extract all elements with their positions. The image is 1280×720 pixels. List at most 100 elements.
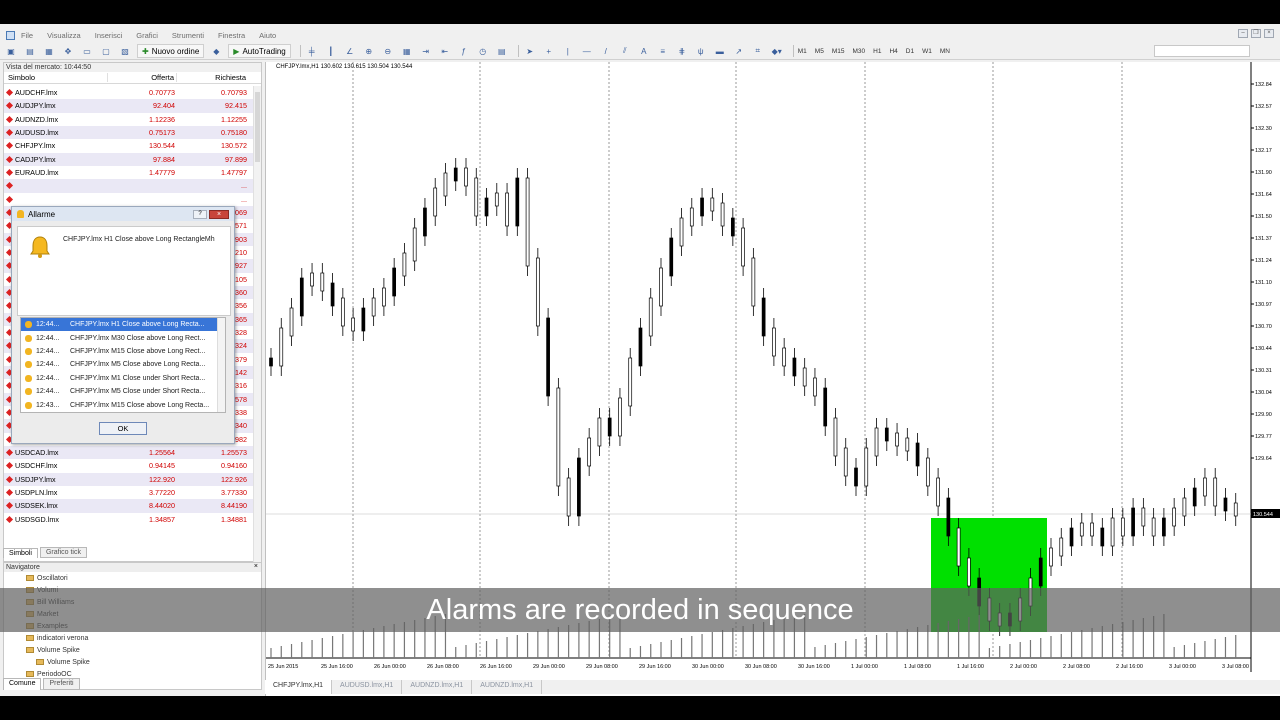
tile-icon[interactable]: ▦ — [400, 45, 414, 58]
zoom-in-icon[interactable]: ⊕ — [362, 45, 376, 58]
zoom-out-icon[interactable]: ⊖ — [381, 45, 395, 58]
symbol-row[interactable]: USDCAD.lmx 1.25564 1.25573 — [4, 445, 254, 460]
search-input[interactable] — [1154, 45, 1250, 57]
help-button[interactable]: ? — [193, 210, 207, 219]
vertical-line-icon[interactable]: | — [561, 45, 575, 58]
crosshair-icon[interactable]: + — [542, 45, 556, 58]
menu-charts[interactable]: Grafici — [136, 31, 158, 40]
tab-tick-chart[interactable]: Grafico tick — [39, 547, 87, 558]
tab-symbols[interactable]: Simboli — [3, 548, 38, 558]
line-chart-icon[interactable]: ∠ — [343, 45, 357, 58]
new-order-button[interactable]: ✚ Nuovo ordine — [137, 44, 205, 58]
symbol-row[interactable]: EURAUD.lmx 1.47779 1.47797 — [4, 166, 254, 179]
folder-icon[interactable]: ▭ — [80, 45, 94, 58]
templates-icon[interactable]: ▤ — [495, 45, 509, 58]
tester-icon[interactable]: ▧ — [118, 45, 132, 58]
minimize-button[interactable]: – — [1238, 29, 1248, 38]
alarm-list-item[interactable]: 12:44... CHFJPY.lmx M5 Close under Short … — [21, 385, 225, 398]
arrow-icon[interactable]: ↗ — [732, 45, 746, 58]
scroll-thumb[interactable] — [255, 92, 260, 162]
navigator-item[interactable]: Oscillatori — [4, 572, 261, 584]
alarm-list-item[interactable]: 12:44... CHFJPY.lmx H1 Close above Long R… — [21, 318, 225, 332]
tab-favorites[interactable]: Preferiti — [43, 678, 80, 690]
chart-shift-icon[interactable]: ⇤ — [438, 45, 452, 58]
navigator-icon[interactable]: ✥ — [61, 45, 75, 58]
chart-tab[interactable]: CHFJPY.lmx,H1 — [265, 680, 333, 694]
candle-chart-icon[interactable]: ┃ — [324, 45, 338, 58]
menu-help[interactable]: Aiuto — [259, 31, 276, 40]
symbol-row[interactable]: USDSEK.lmx 8.44020 8.44190 — [4, 499, 254, 513]
chart-tab[interactable]: AUDNZD.lmx,H1 — [472, 680, 543, 694]
col-ask[interactable]: Richiesta — [177, 73, 249, 82]
navigator-close-icon[interactable]: × — [254, 563, 258, 570]
symbol-row[interactable]: CHFJPY.lmx 130.544 130.572 — [4, 139, 254, 152]
symbol-row[interactable]: USDJPY.lmx 122.920 122.926 — [4, 472, 254, 486]
timeframe-m1[interactable]: M1 — [798, 48, 807, 55]
col-bid[interactable]: Offerta — [108, 73, 177, 82]
alarm-list-scrollbar[interactable] — [217, 318, 225, 412]
shapes-icon[interactable]: ⌗ — [751, 45, 765, 58]
navigator-item[interactable]: indicatori verona — [4, 632, 261, 644]
symbol-row[interactable]: USDCHF.lmx 0.94145 0.94160 — [4, 459, 254, 472]
channel-icon[interactable]: ⫽ — [618, 45, 632, 58]
symbol-row[interactable]: AUDCHF.lmx 0.70773 0.70793 — [4, 86, 254, 99]
restore-button[interactable]: ❐ — [1251, 29, 1261, 38]
pitchfork-icon[interactable]: ψ — [694, 45, 708, 58]
symbol-row[interactable]: USDSGD.lmx 1.34857 1.34881 — [4, 513, 254, 526]
horizontal-line-icon[interactable]: — — [580, 45, 594, 58]
menu-file[interactable]: File — [21, 31, 33, 40]
col-symbol[interactable]: Simbolo — [4, 73, 108, 82]
market-watch-icon[interactable]: ▦ — [42, 45, 56, 58]
symbol-row[interactable]: AUDUSD.lmx 0.75173 0.75180 — [4, 125, 254, 140]
navigator-item[interactable]: Volume Spike — [4, 644, 261, 656]
chart-tab[interactable]: AUDNZD.lmx,H1 — [402, 680, 473, 694]
symbol-row[interactable]: AUDJPY.lmx 92.404 92.415 — [4, 99, 254, 113]
fibo-icon[interactable]: ≡ — [656, 45, 670, 58]
timeframe-m15[interactable]: M15 — [832, 48, 845, 55]
chart-tab[interactable]: AUDUSD.lmx,H1 — [332, 680, 403, 694]
cursor-icon[interactable]: ➤ — [523, 45, 537, 58]
navigator-item[interactable]: Volume Spike — [4, 656, 261, 668]
metaeditor-icon[interactable]: ◆ — [209, 45, 223, 58]
symbol-row[interactable]: CADJPY.lmx 97.884 97.899 — [4, 152, 254, 166]
market-watch-scrollbar[interactable] — [253, 86, 261, 562]
alarm-list-item[interactable]: 12:44... CHFJPY.lmx M30 Close above Long … — [21, 331, 225, 344]
alarm-list-item[interactable]: 12:44... CHFJPY.lmx M5 Close above Long R… — [21, 358, 225, 371]
autoscroll-icon[interactable]: ⇥ — [419, 45, 433, 58]
terminal-icon[interactable]: ▢ — [99, 45, 113, 58]
timeframe-mn[interactable]: MN — [940, 48, 950, 55]
trendline-icon[interactable]: / — [599, 45, 613, 58]
close-button[interactable]: × — [1264, 29, 1274, 38]
text-icon[interactable]: A — [637, 45, 651, 58]
alarm-close-button[interactable]: × — [209, 210, 229, 219]
alarm-list-item[interactable]: 12:43... CHFJPY.lmx M15 Close above Long … — [21, 398, 225, 411]
alarm-history-list[interactable]: 12:44... CHFJPY.lmx H1 Close above Long R… — [20, 317, 226, 413]
tab-common[interactable]: Comune — [3, 678, 42, 690]
timeframe-h4[interactable]: H4 — [889, 48, 897, 55]
autotrading-button[interactable]: ▶ AutoTrading — [228, 44, 291, 58]
menu-window[interactable]: Finestra — [218, 31, 245, 40]
alarm-list-item[interactable]: 12:44... CHFJPY.lmx M15 Close above Long … — [21, 345, 225, 358]
timeframe-h1[interactable]: H1 — [873, 48, 881, 55]
menu-tools[interactable]: Strumenti — [172, 31, 204, 40]
symbol-row[interactable]: AUDNZD.lmx 1.12236 1.12255 — [4, 113, 254, 126]
timeframe-m30[interactable]: M30 — [852, 48, 865, 55]
ok-button[interactable]: OK — [99, 422, 147, 435]
periods-icon[interactable]: ◷ — [476, 45, 490, 58]
more-tools-icon[interactable]: ◆▾ — [770, 45, 784, 58]
alarm-list-item[interactable]: 12:44... CHFJPY.lmx M1 Close under Short … — [21, 372, 225, 385]
new-chart-icon[interactable]: ▣ — [4, 45, 18, 58]
symbol-row[interactable]: ... — [4, 179, 254, 193]
menu-insert[interactable]: Inserisci — [95, 31, 123, 40]
indicators-icon[interactable]: ƒ — [457, 45, 471, 58]
profiles-icon[interactable]: ▤ — [23, 45, 37, 58]
menu-view[interactable]: Visualizza — [47, 31, 81, 40]
timeframe-m5[interactable]: M5 — [815, 48, 824, 55]
rectangle-icon[interactable]: ▬ — [713, 45, 727, 58]
bar-chart-icon[interactable]: ╪ — [305, 45, 319, 58]
gann-icon[interactable]: ⋕ — [675, 45, 689, 58]
symbol-row[interactable]: ... — [4, 193, 254, 206]
timeframe-w1[interactable]: W1 — [922, 48, 932, 55]
timeframe-d1[interactable]: D1 — [906, 48, 914, 55]
symbol-row[interactable]: USDPLN.lmx 3.77220 3.77330 — [4, 486, 254, 499]
